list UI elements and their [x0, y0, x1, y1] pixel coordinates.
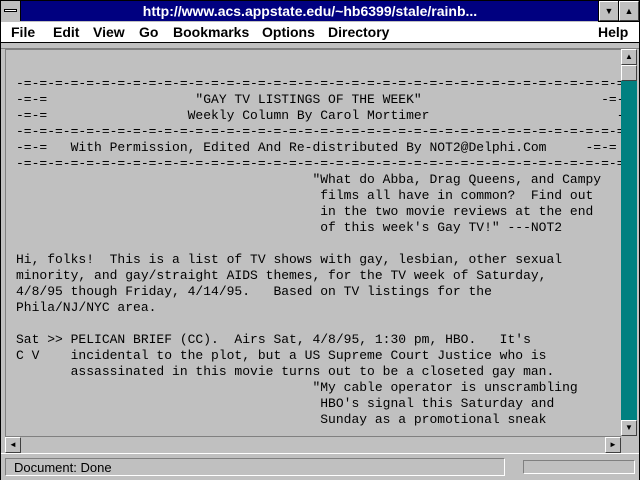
- menu-go[interactable]: Go: [139, 22, 158, 42]
- system-menu-icon: [4, 9, 17, 12]
- horizontal-scrollbar[interactable]: ◄ ►: [5, 436, 621, 453]
- browser-window: http://www.acs.appstate.edu/~hb6399/stal…: [0, 0, 640, 480]
- system-menu-button[interactable]: [1, 1, 21, 21]
- document-line: minority, and gay/straight AIDS themes, …: [16, 268, 547, 283]
- scroll-left-button[interactable]: ◄: [5, 437, 21, 453]
- menu-file[interactable]: File: [11, 22, 35, 42]
- status-text: Document: Done: [5, 458, 505, 476]
- menu-help[interactable]: Help: [598, 22, 628, 42]
- vertical-scroll-thumb[interactable]: [621, 65, 637, 81]
- menu-bookmarks[interactable]: Bookmarks: [173, 22, 249, 42]
- document-line: of this week's Gay TV!" ---NOT2: [16, 220, 563, 235]
- menu-edit[interactable]: Edit: [53, 22, 79, 42]
- document-line: HBO's signal this Saturday and: [16, 396, 555, 411]
- document-text: -=-=-=-=-=-=-=-=-=-=-=-=-=-=-=-=-=-=-=-=…: [16, 76, 622, 428]
- document-line: -=-= Weekly Column By Carol Mortimer -=-…: [16, 108, 622, 123]
- minimize-button[interactable]: ▼: [598, 0, 620, 22]
- scroll-down-button[interactable]: ▼: [621, 420, 637, 436]
- title-bar[interactable]: http://www.acs.appstate.edu/~hb6399/stal…: [1, 0, 640, 22]
- document-line: -=-= With Permission, Edited And Re-dist…: [16, 140, 617, 155]
- document-line: "What do Abba, Drag Queens, and Campy: [16, 172, 602, 187]
- progress-indicator: [523, 460, 635, 474]
- document-line: in the two movie reviews at the end: [16, 204, 594, 219]
- document-line: -=-=-=-=-=-=-=-=-=-=-=-=-=-=-=-=-=-=-=-=…: [16, 124, 622, 139]
- document-line: 4/8/95 though Friday, 4/14/95. Based on …: [16, 284, 492, 299]
- vertical-scrollbar[interactable]: ▲ ▼: [621, 49, 637, 436]
- document-line: Sat >> PELICAN BRIEF (CC). Airs Sat, 4/8…: [16, 332, 531, 347]
- document-line: -=-=-=-=-=-=-=-=-=-=-=-=-=-=-=-=-=-=-=-=…: [16, 156, 622, 171]
- maximize-button[interactable]: ▲: [618, 0, 640, 22]
- document-line: films all have in common? Find out: [16, 188, 594, 203]
- window-title: http://www.acs.appstate.edu/~hb6399/stal…: [142, 3, 478, 19]
- document-line: C V incidental to the plot, but a US Sup…: [16, 348, 547, 363]
- document-line: -=-=-=-=-=-=-=-=-=-=-=-=-=-=-=-=-=-=-=-=…: [16, 76, 622, 91]
- document-line: -=-= "GAY TV LISTINGS OF THE WEEK" -=-=: [16, 92, 622, 107]
- document-line: assassinated in this movie turns out to …: [16, 364, 555, 379]
- document-view[interactable]: -=-=-=-=-=-=-=-=-=-=-=-=-=-=-=-=-=-=-=-=…: [5, 49, 622, 436]
- menu-directory[interactable]: Directory: [328, 22, 389, 42]
- document-line: Sunday as a promotional sneak: [16, 412, 547, 427]
- menu-options[interactable]: Options: [262, 22, 315, 42]
- document-line: Hi, folks! This is a list of TV shows wi…: [16, 252, 563, 267]
- scroll-right-button[interactable]: ►: [605, 437, 621, 453]
- scrollbar-corner: [621, 436, 637, 452]
- scroll-up-button[interactable]: ▲: [621, 49, 637, 65]
- menu-view[interactable]: View: [93, 22, 125, 42]
- document-line: "My cable operator is unscrambling: [16, 380, 578, 395]
- menu-bar: File Edit View Go Bookmarks Options Dire…: [1, 22, 639, 43]
- status-bar: Document: Done: [1, 453, 639, 480]
- document-line: Phila/NJ/NYC area.: [16, 300, 157, 315]
